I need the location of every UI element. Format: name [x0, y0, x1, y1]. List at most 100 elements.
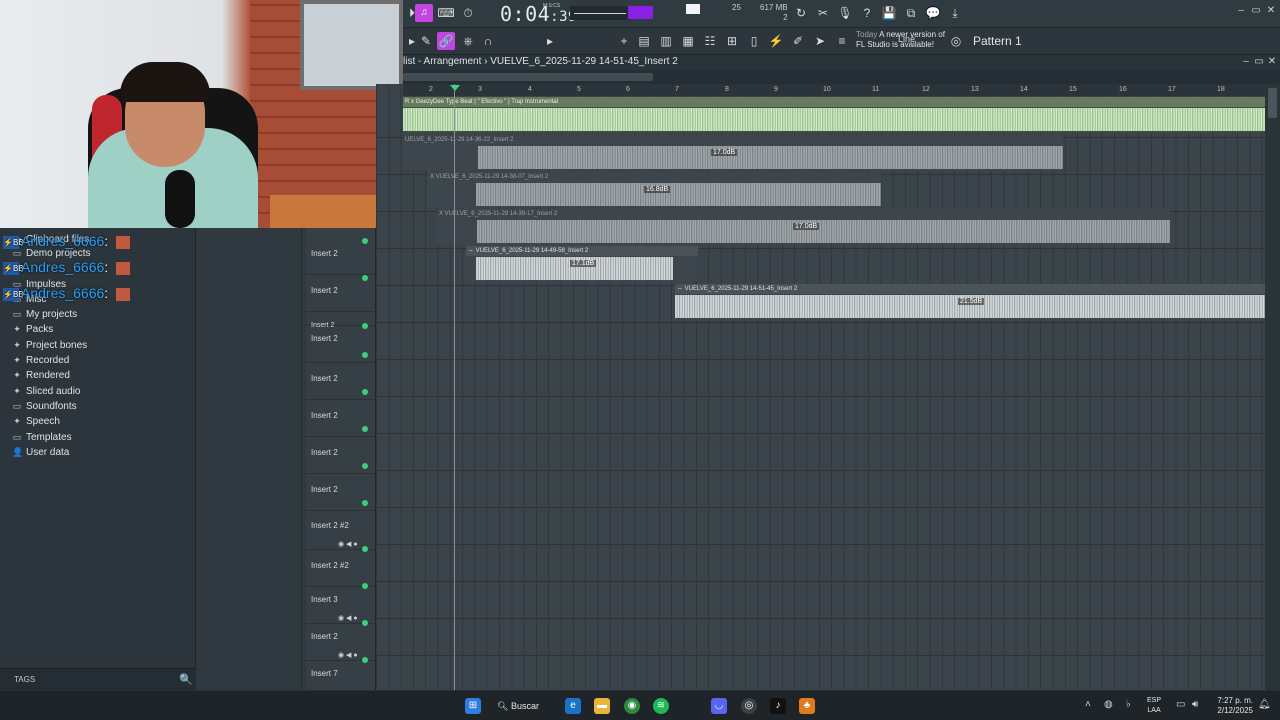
playlist-maximize-button[interactable]: ▭: [1254, 57, 1264, 67]
track-enable-led[interactable]: [362, 352, 368, 358]
audio-clip[interactable]: UELVE_6_2025-11-29 14-36-22_Insert 2 17.…: [403, 135, 1063, 171]
taskbar-clock[interactable]: 7:27 p. m. 2/12/2025: [1213, 696, 1253, 716]
edge-icon[interactable]: e: [565, 698, 581, 714]
browser-item[interactable]: ✦ Sliced audio: [12, 384, 80, 398]
track-header[interactable]: Insert 2 ◉ ◀ ●: [306, 624, 376, 663]
browser-item[interactable]: ✦ Packs: [12, 322, 53, 336]
browser-item[interactable]: ✦ Recorded: [12, 353, 69, 367]
notification-icon[interactable]: 🔔︎: [1258, 699, 1271, 710]
scrollbar-thumb[interactable]: [1268, 88, 1277, 118]
scrollbar-thumb[interactable]: [403, 73, 653, 81]
globe-icon[interactable]: ◎: [947, 32, 965, 50]
download-icon[interactable]: ⤓: [946, 4, 964, 22]
mixer-icon[interactable]: ⧉: [902, 4, 920, 22]
track-enable-led[interactable]: [362, 463, 368, 469]
news-panel[interactable]: Today A newer version of FL Studio is av…: [856, 30, 945, 50]
track-header[interactable]: Insert 2: [306, 363, 376, 400]
timeline-ruler[interactable]: 2 3 4 5 6 7 8 9 10 11 12 13 14 15 16 17 …: [403, 84, 1265, 96]
channel-rack-icon[interactable]: ▦: [679, 32, 697, 50]
cut-icon[interactable]: ✂: [814, 4, 832, 22]
horizontal-scrollbar[interactable]: [403, 70, 1280, 84]
tray-mic-icon[interactable]: ♭: [1126, 699, 1131, 710]
track-enable-led[interactable]: [362, 426, 368, 432]
mic-icon[interactable]: 🎙: [836, 4, 854, 22]
vertical-scrollbar[interactable]: [1265, 84, 1280, 690]
magnet-icon[interactable]: ∩: [479, 32, 497, 50]
save-icon[interactable]: 💾: [880, 4, 898, 22]
list-icon[interactable]: ≡: [833, 32, 851, 50]
track-header[interactable]: Insert 3 ◉ ◀ ●: [306, 587, 376, 626]
mixer-faders-icon[interactable]: ☷: [701, 32, 719, 50]
track-header[interactable]: Insert 2 #2 ◉ ◀ ●: [306, 513, 376, 552]
track-enable-led[interactable]: [362, 389, 368, 395]
browser-item[interactable]: ✦ Rendered: [12, 368, 70, 382]
browser-item[interactable]: ✦ Speech: [12, 414, 60, 428]
minimize-button[interactable]: –: [1236, 6, 1246, 16]
browser-item[interactable]: ▭ Templates: [12, 430, 72, 444]
track-header[interactable]: Insert 2: [306, 437, 376, 474]
spotify-icon[interactable]: ≋: [653, 698, 669, 714]
plus-icon[interactable]: +: [615, 32, 633, 50]
chat-icon[interactable]: 💬: [924, 4, 942, 22]
network-icon[interactable]: ▭: [1176, 699, 1185, 710]
taskbar-search[interactable]: 🔍︎ Buscar: [497, 696, 552, 716]
audio-clip[interactable]: ⇔ VUELVE_6_2025-11-29 14-49-58_Insert 2 …: [466, 246, 698, 282]
track-controls[interactable]: ◉ ◀ ●: [338, 540, 358, 548]
windows-start-icon[interactable]: ⊞: [465, 698, 481, 714]
track-enable-led[interactable]: [362, 275, 368, 281]
track-header[interactable]: Insert 2: [306, 326, 376, 363]
plugin-icon[interactable]: ⊞: [723, 32, 741, 50]
tray-chevron-icon[interactable]: ˄: [1085, 699, 1091, 710]
tray-app-icon[interactable]: ◍: [1104, 699, 1113, 710]
discord-icon[interactable]: ◡: [711, 698, 727, 714]
track-header[interactable]: Insert 2: [306, 312, 376, 329]
tempo-indicator[interactable]: [686, 4, 700, 14]
browser-item[interactable]: ▭ Soundfonts: [12, 399, 77, 413]
track-enable-led[interactable]: [362, 238, 368, 244]
tiktok-icon[interactable]: ♪: [770, 698, 786, 714]
file-explorer-icon[interactable]: ▬: [594, 698, 610, 714]
undo-icon[interactable]: ↻: [792, 4, 810, 22]
audio-clip[interactable]: X VUELVE_6_2025-11-29 14-38-07_Insert 2 …: [428, 172, 881, 208]
track-enable-led[interactable]: [362, 500, 368, 506]
render-icon[interactable]: ➤: [811, 32, 829, 50]
arrow-right-icon[interactable]: ▸: [541, 32, 559, 50]
metronome-icon[interactable]: ⏱: [459, 4, 477, 22]
playlist-minimize-button[interactable]: –: [1241, 57, 1251, 67]
playhead-marker[interactable]: [450, 85, 460, 91]
track-controls[interactable]: ◉ ◀ ●: [338, 614, 358, 622]
plug-icon[interactable]: ⚡: [767, 32, 785, 50]
browser-item[interactable]: ▭ My projects: [12, 307, 77, 321]
pencil-icon[interactable]: ✎: [417, 32, 435, 50]
pattern-select[interactable]: Pattern 1: [973, 32, 1031, 50]
browser-item[interactable]: ✦ Project bones: [12, 338, 87, 352]
chrome-icon[interactable]: ◉: [624, 698, 640, 714]
audio-clip[interactable]: ⇔ VUELVE_6_2025-11-29 14-51-45_Insert 2 …: [675, 284, 1265, 320]
link-icon[interactable]: 🔗: [437, 32, 455, 50]
track-header[interactable]: Insert 2 #2: [306, 550, 376, 589]
obs-icon[interactable]: ◎: [741, 698, 757, 714]
typing-keyboard-icon[interactable]: ⌨: [437, 4, 455, 22]
audio-clip[interactable]: R x GeezyDee Type Beat | " Efectivo " | …: [403, 97, 1265, 133]
stamp-icon[interactable]: ⎈: [459, 32, 477, 50]
help-icon[interactable]: ?: [858, 4, 876, 22]
maximize-button[interactable]: ▭: [1251, 6, 1261, 16]
audio-clip[interactable]: X VUELVE_6_2025-11-29 14-39-17_Insert 2 …: [437, 209, 1170, 245]
language-indicator[interactable]: ESP LAA: [1147, 696, 1161, 716]
close-button[interactable]: ✕: [1266, 6, 1276, 16]
track-header[interactable]: Insert 2: [306, 474, 376, 511]
playlist-close-button[interactable]: ✕: [1267, 57, 1277, 67]
song-mode-button[interactable]: ♫: [415, 4, 433, 22]
brush-icon[interactable]: ✐: [789, 32, 807, 50]
track-controls[interactable]: ◉ ◀ ●: [338, 651, 358, 659]
track-header[interactable]: Insert 2: [306, 400, 376, 437]
time-display[interactable]: 0:04:39: [500, 0, 577, 28]
volume-icon[interactable]: 🔊︎: [1192, 699, 1198, 710]
piano-roll-icon[interactable]: ▥: [657, 32, 675, 50]
search-icon[interactable]: 🔍: [179, 673, 193, 686]
track-header[interactable]: Insert 2: [306, 275, 376, 312]
playlist-icon[interactable]: ▤: [635, 32, 653, 50]
file-icon[interactable]: ▯: [745, 32, 763, 50]
fl-studio-icon[interactable]: ♣: [799, 698, 815, 714]
browser-item[interactable]: 👤 User data: [12, 445, 69, 459]
